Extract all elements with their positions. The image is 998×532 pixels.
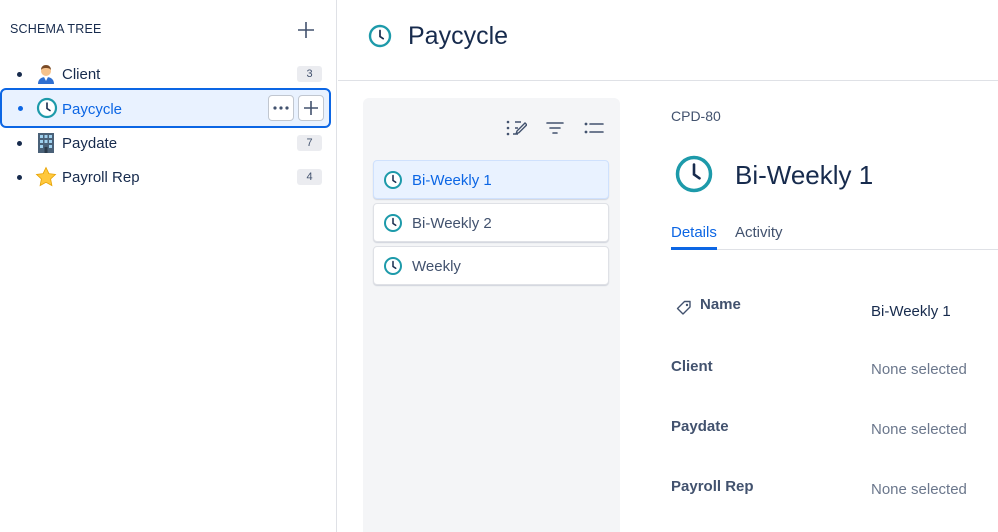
filter-button[interactable] — [542, 116, 568, 140]
list-item-weekly[interactable]: Weekly — [373, 246, 609, 285]
field-value-name[interactable]: Bi-Weekly 1 — [871, 303, 951, 320]
list-icon — [584, 122, 604, 134]
add-child-button[interactable] — [298, 95, 324, 121]
field-value-client[interactable]: None selected — [871, 361, 967, 378]
list-item-bi-weekly-2[interactable]: Bi-Weekly 2 — [373, 203, 609, 242]
tab-details[interactable]: Details — [671, 224, 717, 250]
bulk-edit-button[interactable] — [503, 116, 529, 140]
list-item-label: Weekly — [412, 258, 461, 275]
object-detail: CPD-80 Bi-Weekly 1 Details Activity Name… — [671, 81, 998, 532]
edit-list-icon — [506, 120, 527, 136]
bullet — [17, 175, 22, 180]
list-view-button[interactable] — [581, 116, 607, 140]
page-title: Paycycle — [408, 22, 509, 50]
clock-icon — [675, 155, 713, 193]
field-value-paydate[interactable]: None selected — [871, 421, 967, 438]
person-icon — [35, 63, 57, 85]
clock-icon — [384, 214, 402, 232]
clock-icon — [384, 257, 402, 275]
more-icon — [273, 106, 289, 110]
tree-item-payroll-rep[interactable]: Payroll Rep 4 — [0, 160, 332, 194]
plus-icon — [304, 101, 318, 115]
list-item-label: Bi-Weekly 1 — [412, 172, 492, 189]
count-badge: 3 — [297, 66, 322, 82]
tree-item-paycycle[interactable]: Paycycle — [0, 88, 331, 128]
tree-item-label: Payroll Rep — [62, 169, 140, 186]
field-value-payroll-rep[interactable]: None selected — [871, 481, 967, 498]
field-label-client: Client — [671, 358, 713, 375]
count-badge: 7 — [297, 135, 322, 151]
building-icon — [35, 132, 57, 154]
tag-icon — [676, 300, 691, 315]
field-label-paydate: Paydate — [671, 418, 729, 435]
bullet — [17, 141, 22, 146]
star-icon — [35, 166, 57, 188]
plus-icon — [298, 22, 314, 38]
tab-activity[interactable]: Activity — [735, 224, 783, 250]
tree-item-label: Client — [62, 66, 101, 83]
count-badge: 4 — [297, 169, 322, 185]
detail-tabs: Details Activity — [671, 224, 998, 250]
object-key: CPD-80 — [671, 108, 721, 124]
clock-icon — [368, 24, 392, 48]
filter-icon — [546, 122, 564, 134]
page-header: Paycycle — [338, 0, 998, 81]
add-object-type-button[interactable] — [292, 16, 320, 44]
object-title: Bi-Weekly 1 — [735, 160, 874, 190]
object-list-panel: Bi-Weekly 1 Bi-Weekly 2 Weekly — [363, 98, 620, 532]
list-item-label: Bi-Weekly 2 — [412, 215, 492, 232]
tree-item-paydate[interactable]: Paydate 7 — [0, 126, 332, 160]
more-actions-button[interactable] — [268, 95, 294, 121]
sidebar-title: SCHEMA TREE — [10, 22, 102, 36]
schema-tree-sidebar: SCHEMA TREE Client 3 Paycycle Paydate 7 … — [0, 0, 337, 532]
tree-item-label: Paycycle — [62, 101, 123, 118]
clock-icon — [36, 97, 58, 119]
list-item-bi-weekly-1[interactable]: Bi-Weekly 1 — [373, 160, 609, 199]
bullet — [18, 106, 23, 111]
clock-icon — [384, 171, 402, 189]
bullet — [17, 72, 22, 77]
tree-item-client[interactable]: Client 3 — [0, 57, 332, 91]
tree-item-label: Paydate — [62, 135, 118, 152]
field-label-name: Name — [700, 296, 741, 313]
field-label-payroll-rep: Payroll Rep — [671, 478, 754, 495]
